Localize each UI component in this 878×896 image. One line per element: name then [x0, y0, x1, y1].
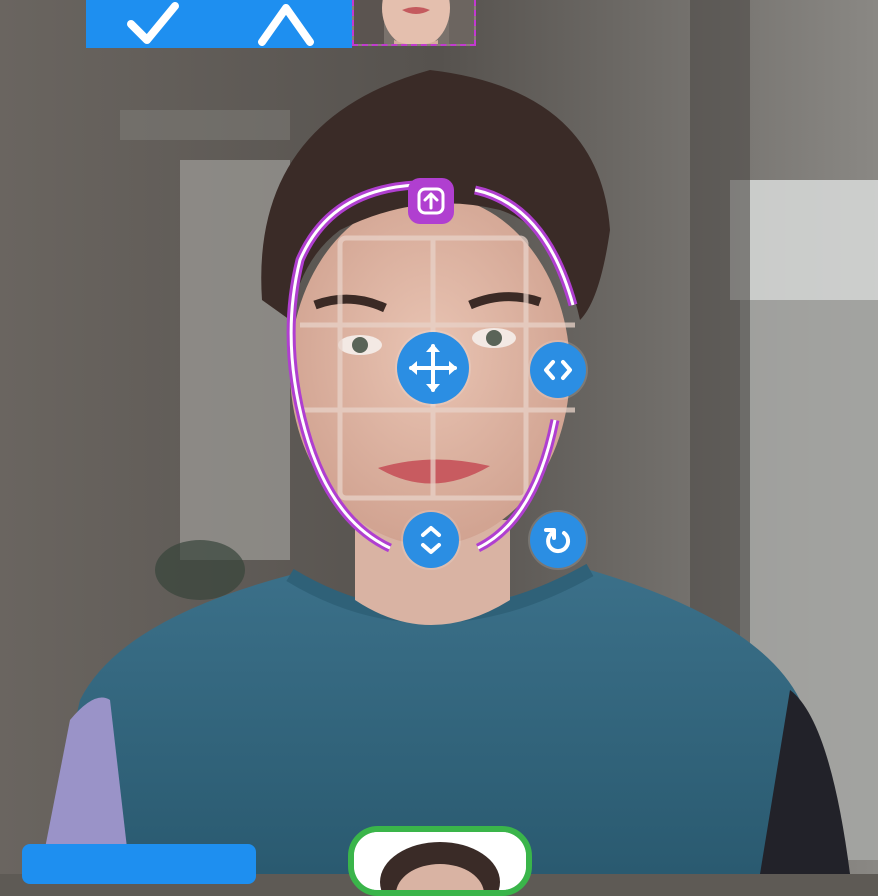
- thumbnail-image: [354, 0, 474, 44]
- cancel-button[interactable]: cancel: [219, 0, 352, 48]
- face-thumbnail-image: [354, 832, 526, 890]
- width-adjust-button[interactable]: [530, 342, 586, 398]
- rotate-icon: [544, 528, 571, 554]
- face-selector-thumbnail[interactable]: [348, 826, 532, 896]
- reference-face-thumbnail[interactable]: [352, 0, 476, 46]
- vertical-resize-icon: [421, 526, 441, 554]
- move-arrows-icon: [409, 344, 457, 392]
- confirm-button[interactable]: confirm: [86, 0, 219, 48]
- photo-canvas: [0, 0, 878, 874]
- arrow-up-icon: [417, 187, 445, 215]
- edit-toolbar: confirm cancel: [86, 0, 352, 48]
- bottom-action-button[interactable]: [22, 844, 256, 884]
- height-adjust-button[interactable]: [403, 512, 459, 568]
- chevron-up-icon: [257, 4, 314, 46]
- move-face-button[interactable]: [397, 332, 469, 404]
- horizontal-resize-icon: [544, 360, 572, 380]
- rotate-button[interactable]: [530, 512, 586, 568]
- check-icon: [126, 2, 179, 44]
- move-top-handle[interactable]: [408, 178, 454, 224]
